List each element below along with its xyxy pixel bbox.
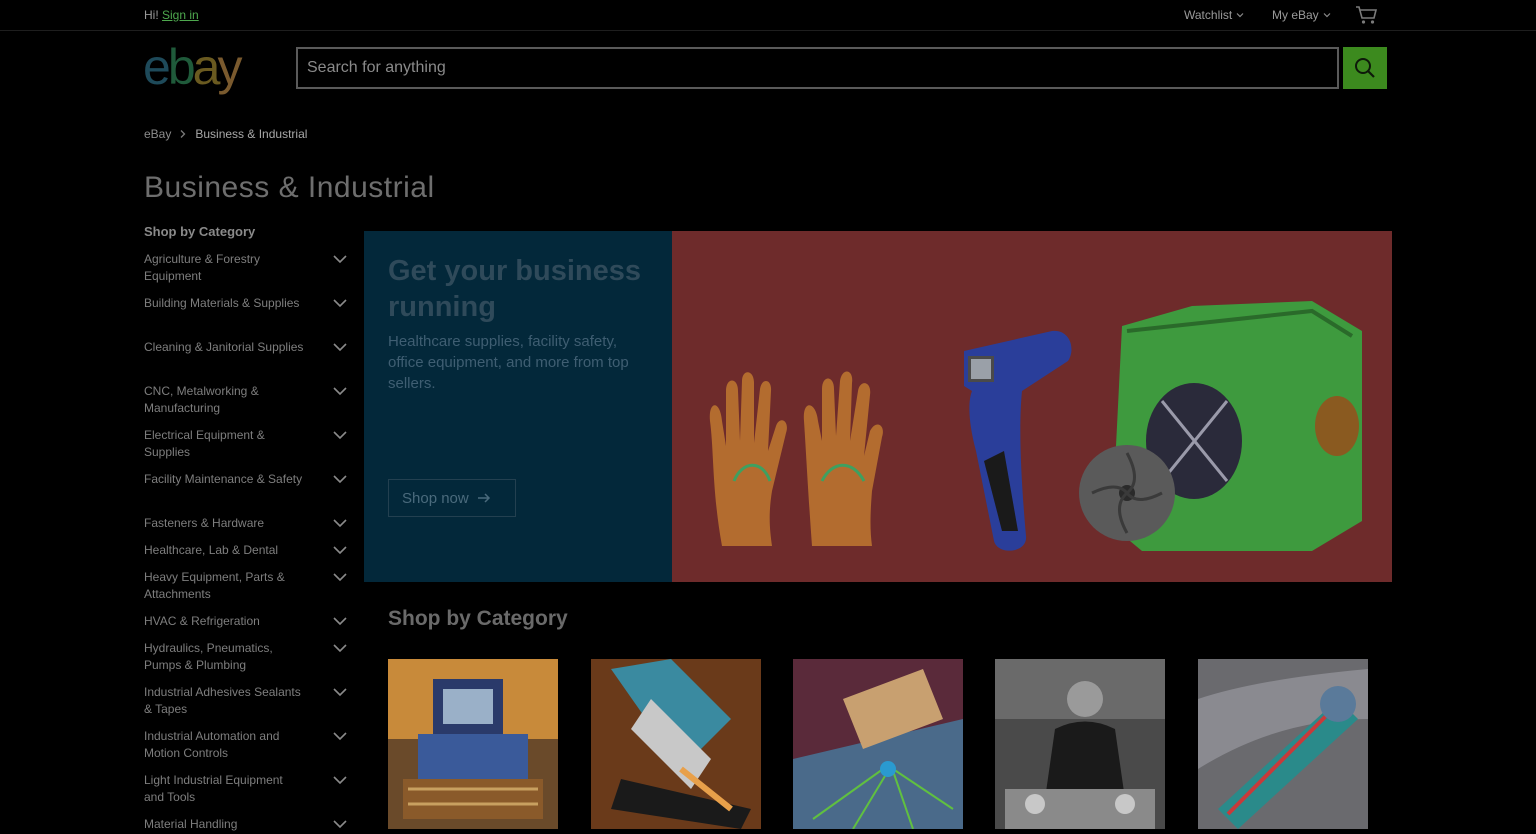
sidebar-item-label: Cleaning & Janitorial Supplies: [144, 340, 304, 354]
sidebar-item-label: Facility Maintenance & Safety: [144, 472, 303, 486]
chevron-down-icon[interactable]: [332, 298, 348, 308]
sidebar-item-automation[interactable]: Industrial Automation and Motion Control…: [144, 728, 350, 762]
logo-letter: a: [192, 39, 221, 95]
chevron-down-icon[interactable]: [332, 775, 348, 785]
metal-cutting-image: [793, 659, 963, 829]
category-tile-plumbing[interactable]: [1198, 659, 1368, 829]
category-tile-microscope[interactable]: [591, 659, 761, 829]
greeting: Hi! Sign in: [144, 8, 199, 22]
chevron-down-icon[interactable]: [332, 731, 348, 741]
category-tile-bulldozer[interactable]: [388, 659, 558, 829]
arrow-right-icon: [477, 493, 490, 503]
logo-letter: b: [167, 39, 196, 95]
cart-icon[interactable]: [1355, 5, 1379, 25]
microscope-image: [591, 659, 761, 829]
sidebar-item-healthcare[interactable]: Healthcare, Lab & Dental: [144, 542, 350, 559]
bulldozer-image: [388, 659, 558, 829]
logo-letter: e: [143, 39, 171, 95]
logo-letter: y: [217, 39, 242, 95]
sidebar-item-label: Healthcare, Lab & Dental: [144, 543, 279, 557]
chevron-down-icon[interactable]: [332, 819, 348, 829]
chevron-down-icon[interactable]: [332, 643, 348, 653]
sidebar-item-hydraulics[interactable]: Hydraulics, Pneumatics, Pumps & Plumbing: [144, 640, 350, 674]
top-bar: Hi! Sign in Watchlist My eBay: [0, 0, 1536, 31]
products-image: [709, 301, 1362, 551]
myebay-label: My eBay: [1272, 8, 1319, 22]
sidebar-item-fasteners[interactable]: Fasteners & Hardware: [144, 515, 350, 532]
chevron-down-icon[interactable]: [332, 518, 348, 528]
sidebar-item-material-handling[interactable]: Material Handling: [144, 816, 350, 833]
myebay-menu[interactable]: My eBay: [1272, 8, 1332, 22]
hero-product-image: [672, 231, 1392, 582]
sidebar-item-label: Industrial Adhesives Sealants & Tapes: [144, 685, 301, 716]
sidebar-item-cnc[interactable]: CNC, Metalworking & Manufacturing: [144, 383, 350, 417]
sidebar-item-label: Hydraulics, Pneumatics, Pumps & Plumbing: [144, 641, 273, 672]
chevron-down-icon[interactable]: [332, 545, 348, 555]
chef-kitchen-image: [995, 659, 1165, 829]
category-tile-metalwork[interactable]: [793, 659, 963, 829]
glove-icon: [709, 371, 883, 546]
sidebar-item-label: Agriculture & Forestry Equipment: [144, 252, 261, 283]
watchlist-label: Watchlist: [1184, 8, 1233, 22]
search-input[interactable]: [296, 47, 1339, 89]
chevron-down-icon: [1236, 13, 1244, 18]
thermometer-icon: [964, 330, 1072, 551]
sidebar-heading: Shop by Category: [144, 224, 256, 239]
sidebar-item-label: Heavy Equipment, Parts & Attachments: [144, 570, 285, 601]
hero-text-panel: Get your business running Healthcare sup…: [364, 231, 672, 582]
chevron-down-icon[interactable]: [332, 254, 348, 264]
air-scrubber-icon: [1079, 301, 1362, 551]
shop-now-label: Shop now: [402, 489, 469, 507]
sidebar-item-cleaning[interactable]: Cleaning & Janitorial Supplies: [144, 339, 350, 356]
chevron-down-icon[interactable]: [332, 430, 348, 440]
ebay-logo[interactable]: ebay: [143, 39, 242, 95]
chevron-down-icon[interactable]: [332, 386, 348, 396]
chevron-right-icon: [180, 130, 186, 138]
breadcrumb-current: Business & Industrial: [195, 127, 308, 141]
sidebar-item-label: Industrial Automation and Motion Control…: [144, 729, 280, 760]
sidebar-item-electrical[interactable]: Electrical Equipment & Supplies: [144, 427, 350, 461]
watchlist-menu[interactable]: Watchlist: [1184, 8, 1245, 22]
sidebar-item-building[interactable]: Building Materials & Supplies: [144, 295, 350, 312]
sidebar-item-light-industrial[interactable]: Light Industrial Equipment and Tools: [144, 772, 350, 806]
chevron-down-icon[interactable]: [332, 474, 348, 484]
chevron-down-icon: [1323, 13, 1331, 18]
chevron-down-icon[interactable]: [332, 342, 348, 352]
category-tile-kitchen[interactable]: [995, 659, 1165, 829]
sidebar-item-label: CNC, Metalworking & Manufacturing: [144, 384, 259, 415]
sidebar-item-label: Building Materials & Supplies: [144, 296, 300, 310]
search-button[interactable]: [1343, 47, 1387, 89]
sidebar-item-agriculture[interactable]: Agriculture & Forestry Equipment: [144, 251, 350, 285]
breadcrumb-home[interactable]: eBay: [144, 127, 171, 141]
signin-link[interactable]: Sign in: [162, 8, 199, 22]
search-icon: [1355, 58, 1375, 78]
shop-now-button[interactable]: Shop now: [388, 479, 516, 517]
chevron-down-icon[interactable]: [332, 616, 348, 626]
sidebar-item-facility[interactable]: Facility Maintenance & Safety: [144, 471, 350, 488]
chevron-down-icon[interactable]: [332, 572, 348, 582]
breadcrumb: eBay Business & Industrial: [144, 127, 307, 141]
sidebar-item-label: Fasteners & Hardware: [144, 516, 265, 530]
shop-by-category-title: Shop by Category: [388, 607, 568, 630]
sidebar-item-heavy-equipment[interactable]: Heavy Equipment, Parts & Attachments: [144, 569, 350, 603]
page-title: Business & Industrial: [144, 171, 435, 204]
hero-subtitle: Healthcare supplies, facility safety, of…: [388, 333, 629, 392]
sidebar-item-label: Material Handling: [144, 817, 238, 831]
sidebar-item-hvac[interactable]: HVAC & Refrigeration: [144, 613, 350, 630]
hero-title: Get your business running: [388, 255, 642, 323]
sidebar-item-adhesives[interactable]: Industrial Adhesives Sealants & Tapes: [144, 684, 350, 718]
pipe-wrench-image: [1198, 659, 1368, 829]
hero-banner[interactable]: Get your business running Healthcare sup…: [364, 231, 1392, 582]
sidebar-item-label: Light Industrial Equipment and Tools: [144, 773, 283, 804]
sidebar-item-label: HVAC & Refrigeration: [144, 614, 260, 628]
greeting-text: Hi!: [144, 8, 159, 22]
sidebar-item-label: Electrical Equipment & Supplies: [144, 428, 265, 459]
chevron-down-icon[interactable]: [332, 687, 348, 697]
